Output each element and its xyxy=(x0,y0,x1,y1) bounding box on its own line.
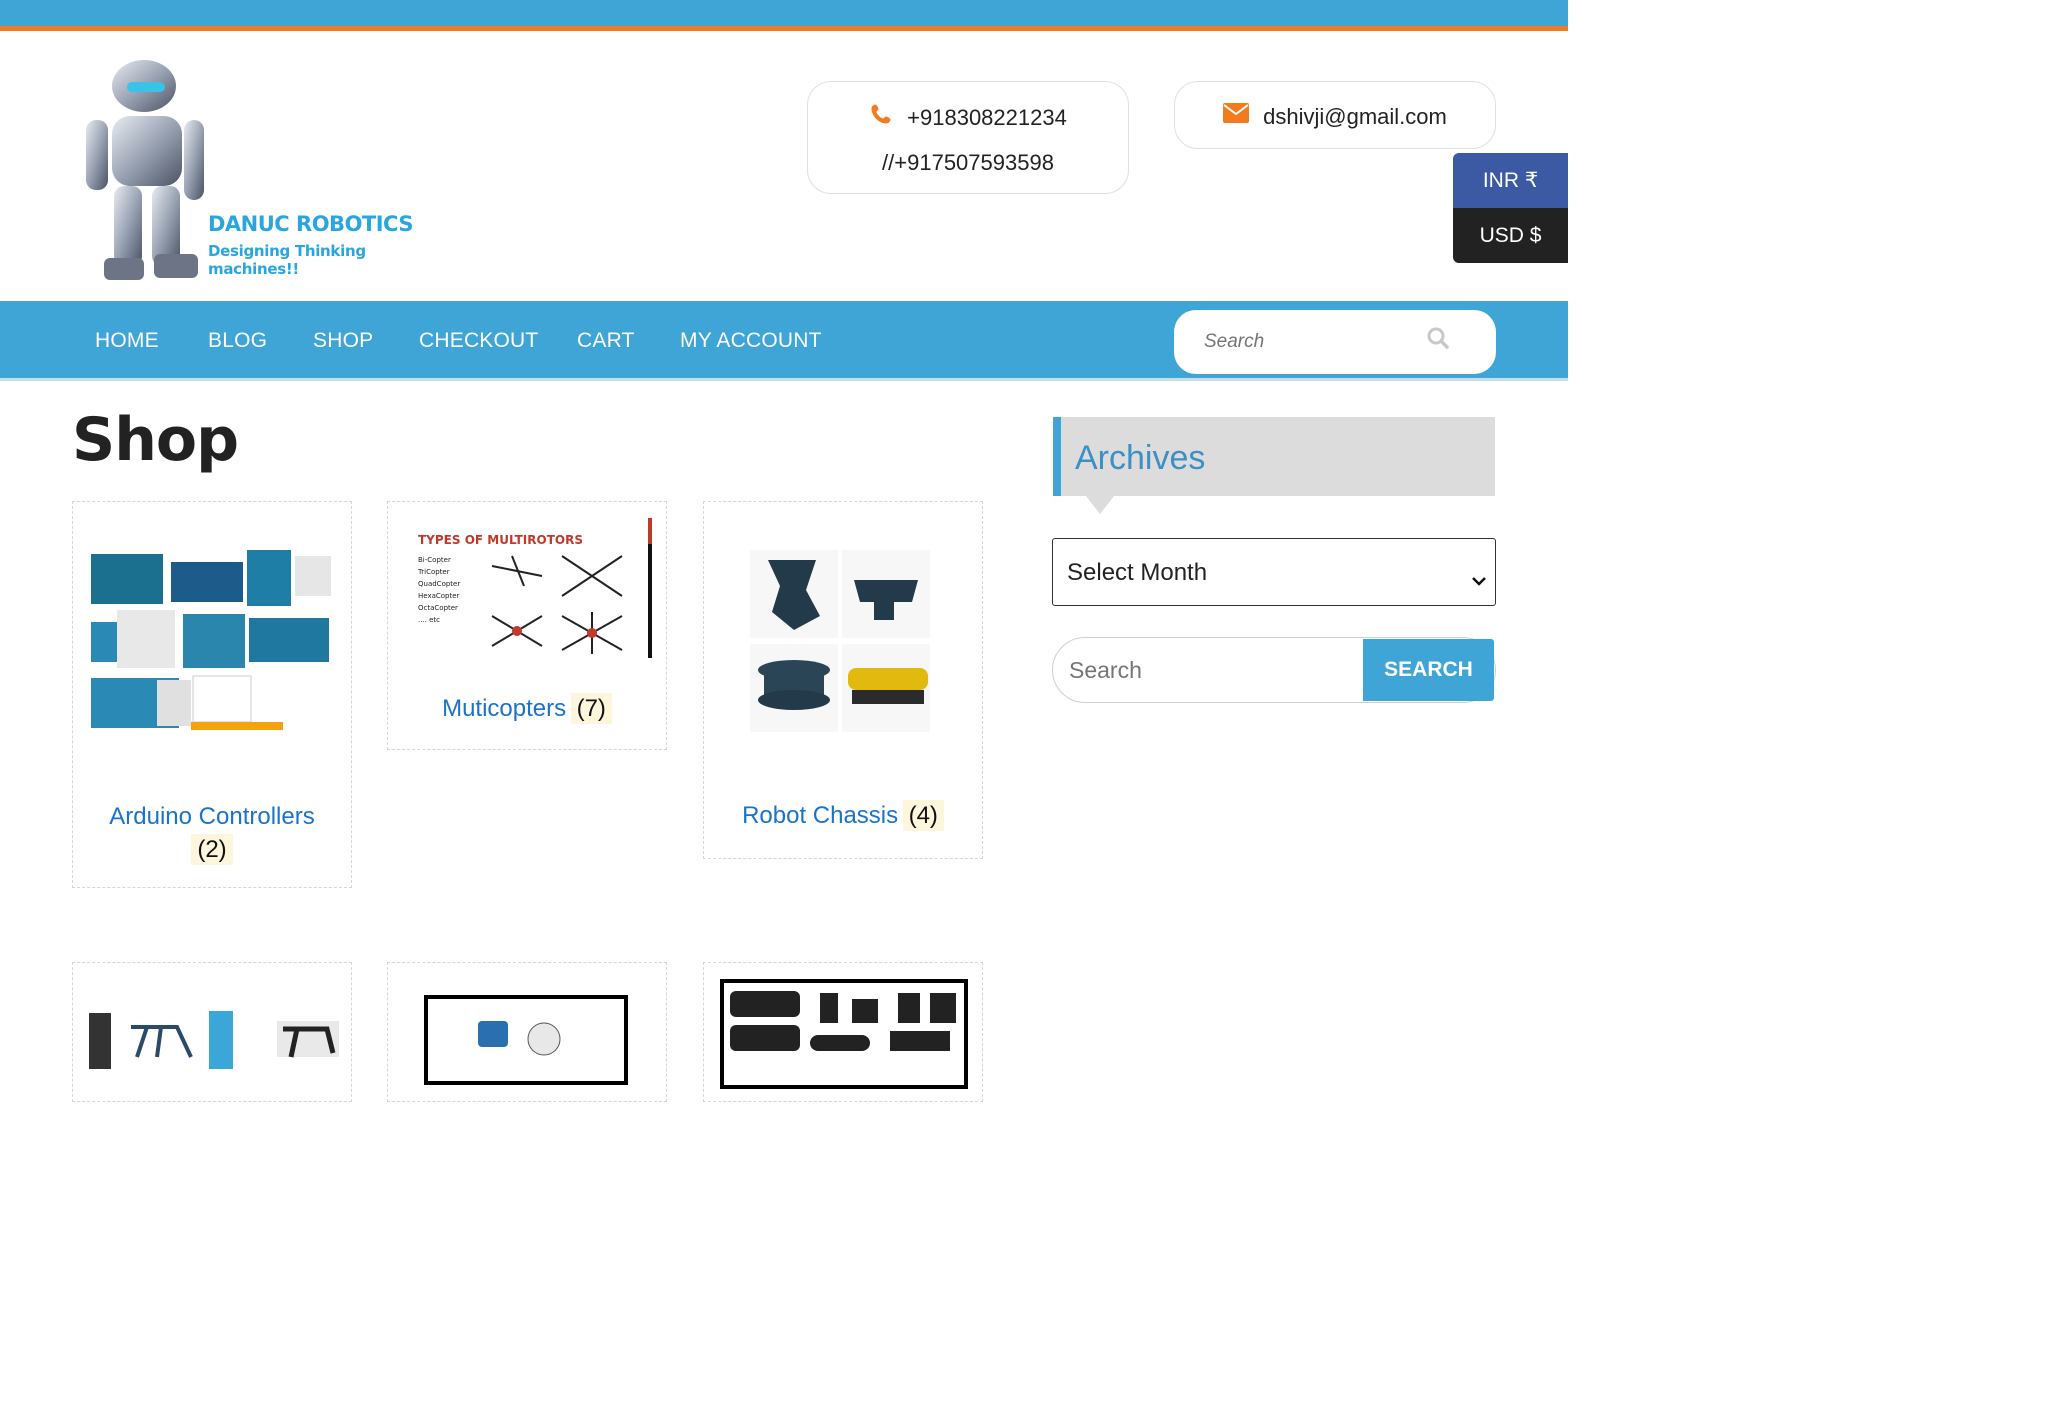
select-month-value: Select Month xyxy=(1067,559,1208,586)
category-name[interactable]: Arduino Controllers xyxy=(109,803,314,830)
top-accent-line xyxy=(0,26,1568,31)
site-logo[interactable]: DANUC ROBOTICS Designing Thinking machin… xyxy=(72,58,452,288)
main-navigation: HOME BLOG SHOP CHECKOUT CART MY ACCOUNT xyxy=(0,301,1568,381)
multirotor-heading: TYPES OF MULTIROTORS xyxy=(418,533,583,547)
phone-icon xyxy=(869,102,893,132)
multirotor-type: HexaCopter xyxy=(418,592,460,600)
email-address[interactable]: dshivji@gmail.com xyxy=(1263,104,1447,129)
currency-inr-button[interactable]: INR ₹ xyxy=(1453,153,1568,208)
category-label[interactable]: Arduino Controllers (2) xyxy=(73,802,351,868)
category-card-toy-robots[interactable] xyxy=(387,962,667,1102)
category-card-robot-parts[interactable] xyxy=(703,962,983,1102)
category-card-arduino[interactable]: Arduino Controllers (2) xyxy=(72,501,352,888)
category-count: (4) xyxy=(902,800,944,831)
category-count: (7) xyxy=(570,693,612,724)
nav-item-cart[interactable]: CART xyxy=(577,329,635,353)
humanoid-robots-image xyxy=(89,1011,339,1069)
phone-primary[interactable]: +918308221234 xyxy=(907,105,1067,130)
nav-search-box xyxy=(1174,310,1496,374)
multirotor-type: Bi-Copter xyxy=(418,556,451,564)
page-title: Shop xyxy=(72,405,239,475)
nav-item-shop[interactable]: SHOP xyxy=(313,329,373,353)
multirotor-type: QuadCopter xyxy=(418,580,460,588)
top-bar xyxy=(0,0,1568,26)
archives-heading: Archives xyxy=(1075,439,1206,477)
sidebar-search-button[interactable]: SEARCH xyxy=(1363,639,1494,701)
nav-item-checkout[interactable]: CHECKOUT xyxy=(419,329,538,353)
brand-name: DANUC ROBOTICS xyxy=(208,212,413,236)
category-name[interactable]: Robot Chassis xyxy=(742,802,898,829)
multirotor-type: TriCopter xyxy=(417,568,450,576)
robot-parts-image xyxy=(720,979,968,1089)
nav-item-blog[interactable]: BLOG xyxy=(208,329,267,353)
sidebar-search-input[interactable] xyxy=(1069,655,1349,685)
arduino-boards-image xyxy=(91,550,331,730)
toy-robots-image xyxy=(424,995,628,1085)
category-label[interactable]: Muticopters (7) xyxy=(388,693,666,727)
email-contact-box: dshivji@gmail.com xyxy=(1174,81,1496,149)
nav-item-my-account[interactable]: MY ACCOUNT xyxy=(680,329,822,353)
nav-search-input[interactable] xyxy=(1204,328,1424,356)
category-card-robot-chassis[interactable]: Robot Chassis (4) xyxy=(703,501,983,859)
multirotors-image: TYPES OF MULTIROTORS Bi-Copter TriCopter… xyxy=(417,518,652,658)
search-icon[interactable] xyxy=(1426,326,1450,355)
multirotor-type: .... etc xyxy=(418,616,440,624)
nav-item-home[interactable]: HOME xyxy=(95,329,159,353)
robot-logo-icon xyxy=(86,60,204,280)
archives-widget-title: Archives xyxy=(1053,417,1495,496)
title-notch xyxy=(1086,496,1114,514)
brand-tagline: Designing Thinking machines!! xyxy=(208,242,366,278)
category-count: (2) xyxy=(191,834,233,865)
category-card-humanoids[interactable] xyxy=(72,962,352,1102)
phone-contact-box: +918308221234 //+917507593598 xyxy=(807,81,1129,194)
category-label[interactable]: Robot Chassis (4) xyxy=(704,800,982,834)
currency-usd-button[interactable]: USD $ xyxy=(1453,208,1568,263)
phone-secondary[interactable]: //+917507593598 xyxy=(808,150,1128,176)
category-name[interactable]: Muticopters xyxy=(442,695,566,722)
envelope-icon xyxy=(1223,103,1250,129)
robot-chassis-image xyxy=(750,550,930,732)
chevron-down-icon xyxy=(1471,565,1487,593)
category-card-multicopters[interactable]: TYPES OF MULTIROTORS Bi-Copter TriCopter… xyxy=(387,501,667,750)
archive-month-select[interactable]: Select Month xyxy=(1052,538,1496,606)
multirotor-type: OctaCopter xyxy=(418,604,458,612)
